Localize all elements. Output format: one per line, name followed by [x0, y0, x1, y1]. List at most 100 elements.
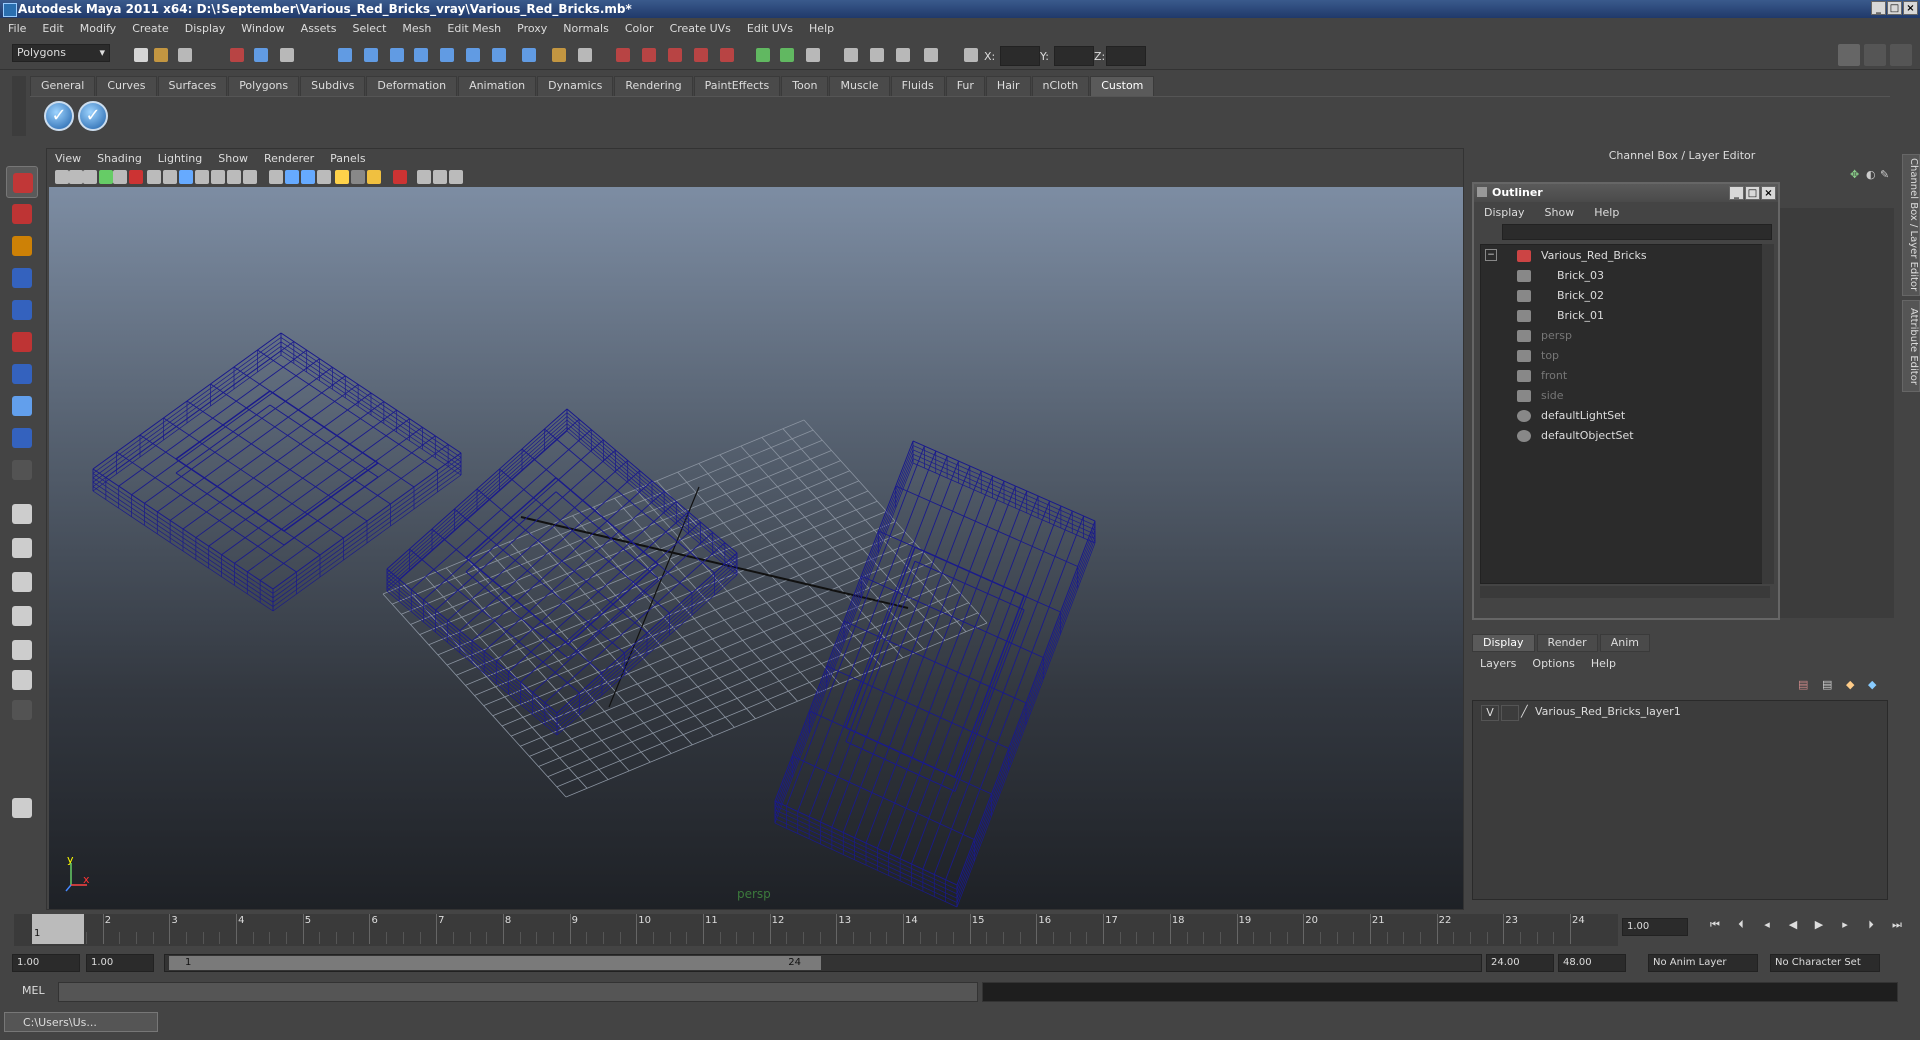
two-d-pan-icon[interactable]: [113, 170, 127, 184]
camera-attributes-icon[interactable]: [69, 170, 83, 184]
new-layer-icon[interactable]: ▤: [1798, 678, 1808, 691]
curve-icon[interactable]: [752, 44, 774, 66]
surface-icon[interactable]: [776, 44, 798, 66]
select-tool-icon[interactable]: [6, 166, 38, 198]
viewport-menu-view[interactable]: View: [47, 152, 89, 165]
shade-wireframe-icon[interactable]: [301, 170, 315, 184]
outliner-item[interactable]: side: [1481, 387, 1761, 405]
render-settings-icon[interactable]: [664, 44, 686, 66]
paint-select-tool-icon[interactable]: [6, 230, 38, 262]
scale-tool-icon[interactable]: [6, 326, 38, 358]
step-back-key-icon[interactable]: ⏴: [1732, 918, 1750, 934]
outliner-item[interactable]: Various_Red_Bricks: [1481, 247, 1761, 265]
safe-title-icon[interactable]: [243, 170, 257, 184]
collapse-toggle-icon[interactable]: −: [1485, 249, 1497, 261]
play-backward-icon[interactable]: ◀: [1784, 918, 1802, 934]
menu-edit[interactable]: Edit: [34, 22, 71, 35]
minimized-window-item[interactable]: C:\Users\Us...: [4, 1012, 158, 1032]
shelf-tab-rendering[interactable]: Rendering: [614, 76, 693, 96]
persp-graph-layout-icon[interactable]: [6, 664, 38, 696]
shelf-tab-custom[interactable]: Custom: [1090, 76, 1155, 96]
make-live-icon[interactable]: [436, 44, 458, 66]
current-frame-field[interactable]: 1.00: [1622, 918, 1688, 936]
layer-type-toggle[interactable]: [1501, 705, 1519, 721]
outliner-menu-display[interactable]: Display: [1474, 206, 1535, 219]
character-set-dropdown[interactable]: No Character Set: [1770, 954, 1880, 972]
go-to-end-icon[interactable]: ⏭: [1888, 918, 1906, 934]
minimize-button[interactable]: _: [1871, 1, 1886, 15]
playback-start-field[interactable]: 1.00: [86, 954, 154, 972]
menu-create[interactable]: Create: [124, 22, 177, 35]
xray-joints-icon[interactable]: [433, 170, 447, 184]
image-plane-icon[interactable]: [99, 170, 113, 184]
step-back-frame-icon[interactable]: ◂: [1758, 918, 1776, 934]
field-chart-icon[interactable]: [211, 170, 225, 184]
film-gate-icon[interactable]: [163, 170, 177, 184]
z-field[interactable]: [1106, 46, 1146, 66]
play-forward-icon[interactable]: ▶: [1810, 918, 1828, 934]
shelf-tab-ncloth[interactable]: nCloth: [1031, 76, 1090, 96]
move-tool-icon[interactable]: [6, 262, 38, 294]
light-icon[interactable]: [866, 44, 888, 66]
x-field[interactable]: [1000, 46, 1040, 66]
menu-edit-uvs[interactable]: Edit UVs: [739, 22, 801, 35]
menu-window[interactable]: Window: [233, 22, 292, 35]
outliner-item[interactable]: front: [1481, 367, 1761, 385]
close-button[interactable]: ×: [1903, 1, 1918, 15]
tool-settings-toggle-icon[interactable]: [1890, 44, 1912, 66]
resolution-gate-icon[interactable]: [179, 170, 193, 184]
outliner-vertical-scrollbar[interactable]: [1762, 244, 1774, 584]
menu-set-selector[interactable]: Polygons ▾: [12, 44, 110, 62]
viewport-menu-shading[interactable]: Shading: [89, 152, 150, 165]
render-view-icon[interactable]: [716, 44, 738, 66]
grid-toggle-icon[interactable]: [920, 44, 942, 66]
shadows-icon[interactable]: [351, 170, 365, 184]
outliner-search-field[interactable]: [1502, 224, 1772, 240]
select-component-icon[interactable]: [276, 44, 298, 66]
shelf-tab-surfaces[interactable]: Surfaces: [157, 76, 228, 96]
construction-history-icon[interactable]: [488, 44, 510, 66]
open-scene-icon[interactable]: [150, 44, 172, 66]
rotate-tool-icon[interactable]: [6, 294, 38, 326]
outliner-menu-help[interactable]: Help: [1584, 206, 1629, 219]
layer-move-up-icon[interactable]: ◆: [1846, 678, 1854, 691]
xray-icon[interactable]: [417, 170, 431, 184]
gear-icon[interactable]: ◐: [1866, 168, 1876, 181]
start-time-field[interactable]: 1.00: [12, 954, 80, 972]
pin-icon[interactable]: ✥: [1850, 168, 1859, 181]
outliner-minimize-button[interactable]: _: [1729, 186, 1744, 200]
show-manipulator-icon[interactable]: [6, 422, 38, 454]
hypershade-icon[interactable]: [690, 44, 712, 66]
last-tool-icon[interactable]: [6, 454, 38, 486]
history-icon[interactable]: [462, 44, 484, 66]
outliner-item[interactable]: top: [1481, 347, 1761, 365]
menu-normals[interactable]: Normals: [555, 22, 617, 35]
shelf-tab-curves[interactable]: Curves: [96, 76, 157, 96]
shelf-tab-muscle[interactable]: Muscle: [829, 76, 890, 96]
camera-icon[interactable]: [840, 44, 862, 66]
select-camera-icon[interactable]: [55, 170, 69, 184]
menu-display[interactable]: Display: [177, 22, 234, 35]
layer-menu-options[interactable]: Options: [1524, 657, 1582, 670]
shelf-tab-fluids[interactable]: Fluids: [890, 76, 945, 96]
viewport-menu-lighting[interactable]: Lighting: [150, 152, 210, 165]
viewport-menu-show[interactable]: Show: [210, 152, 256, 165]
grease-pencil-icon[interactable]: [129, 170, 143, 184]
menu-mesh[interactable]: Mesh: [394, 22, 439, 35]
four-pane-layout-icon[interactable]: [6, 532, 38, 564]
anim-layer-dropdown[interactable]: No Anim Layer: [1648, 954, 1758, 972]
ipr-render-icon[interactable]: [638, 44, 660, 66]
high-quality-icon[interactable]: [367, 170, 381, 184]
playback-end-field[interactable]: 24.00: [1486, 954, 1554, 972]
viewport-menu-panels[interactable]: Panels: [322, 152, 373, 165]
xray-components-icon[interactable]: [449, 170, 463, 184]
snap-view-plane-icon[interactable]: [410, 44, 432, 66]
layer-tab-render[interactable]: Render: [1536, 634, 1598, 652]
hypershade-layout-icon[interactable]: [6, 634, 38, 666]
help-icon[interactable]: [518, 44, 540, 66]
maximize-button[interactable]: □: [1887, 1, 1902, 15]
gate-mask-icon[interactable]: [195, 170, 209, 184]
shelf-menu-handle[interactable]: [12, 76, 26, 136]
magnet-icon[interactable]: [548, 44, 570, 66]
perspective-viewport[interactable]: persp y x: [49, 187, 1463, 909]
